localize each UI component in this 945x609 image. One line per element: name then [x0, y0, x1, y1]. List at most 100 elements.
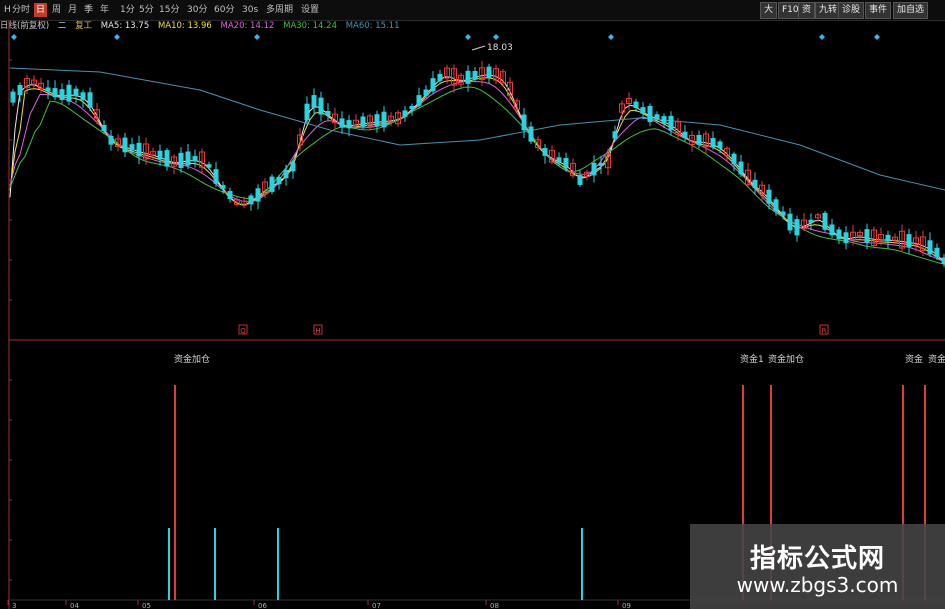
candle-body [710, 138, 716, 148]
candle-body [101, 124, 107, 131]
signal-label: 资金 [905, 353, 923, 365]
candle-body [129, 144, 135, 151]
candle-body [283, 169, 289, 179]
candle-body [360, 116, 366, 127]
candle-body [633, 101, 639, 108]
ma30-line [9, 86, 945, 265]
candle-body [108, 135, 114, 145]
candle-body [52, 88, 58, 98]
ma60-line [9, 67, 945, 191]
watermark: 指标公式网 www.zbgs3.com [690, 524, 945, 609]
candle-body [766, 189, 772, 204]
candle-body [164, 150, 170, 167]
x-tick-label: 09 [622, 602, 631, 609]
event-marker-label: H [315, 327, 320, 335]
event-marker-label: R [822, 327, 827, 335]
candle-body [521, 114, 527, 131]
candle-body [269, 176, 275, 192]
candle-body [304, 103, 310, 121]
candle-body [598, 163, 604, 166]
candle-body [339, 118, 345, 128]
candle-body [255, 188, 261, 202]
signal-label: 资金1 [740, 353, 764, 365]
x-tick-label: 08 [490, 602, 499, 609]
x-tick-label: 05 [142, 602, 151, 609]
event-diamond-icon [608, 34, 614, 40]
candle-body [346, 120, 352, 129]
candle-body [10, 91, 16, 103]
event-diamond-icon [254, 34, 260, 40]
candle-body [80, 92, 86, 101]
candle-body [213, 169, 219, 184]
signal-label: 资金 [928, 353, 945, 365]
candle-body [563, 158, 569, 169]
candle-body [843, 232, 849, 244]
candle-body [864, 229, 870, 243]
candle-body [885, 234, 891, 242]
watermark-url: www.zbgs3.com [736, 573, 899, 597]
candle-body [465, 70, 471, 84]
event-diamond-icon [874, 34, 880, 40]
ma20-line [9, 80, 945, 263]
candle-body [906, 234, 912, 247]
ma5-line [9, 74, 945, 263]
candle-body [640, 107, 646, 114]
watermark-title: 指标公式网 [749, 544, 885, 574]
candle-body [122, 137, 128, 153]
event-diamond-icon [493, 34, 499, 40]
high-price-label: 18.03 [487, 43, 513, 53]
candle-body [717, 141, 723, 149]
candle-body [227, 191, 233, 199]
candle-body [556, 157, 562, 163]
x-tick-label: 04 [70, 602, 79, 609]
high-price-pointer [471, 45, 486, 51]
candle-body [206, 164, 212, 168]
candle-body [311, 95, 317, 108]
signal-bar-cyan [277, 528, 279, 600]
candle-body [738, 161, 744, 175]
candle-body [290, 162, 296, 172]
candle-body [87, 92, 93, 108]
candle-body [822, 212, 828, 230]
candle-body [409, 105, 415, 110]
event-diamond-icon [819, 34, 825, 40]
candle-body [66, 84, 72, 102]
candle-body [248, 195, 254, 205]
kline-chart[interactable]: 18.03Q H R资金加仓 资金1 资金加仓 资金 资金3 04 05 06 07 08 09 [0, 0, 945, 609]
candle-body [178, 152, 184, 168]
candle-body [402, 110, 408, 117]
candle-body [731, 153, 737, 165]
candle-body [794, 219, 800, 236]
candle-body [45, 87, 51, 92]
ma10-line [9, 77, 945, 263]
candle-body [17, 85, 23, 96]
candle-body [836, 229, 842, 240]
candle-body [661, 116, 667, 124]
candle-body [808, 219, 814, 223]
candle-body [696, 135, 702, 145]
event-marker-label: Q [240, 327, 246, 335]
candle-body [381, 111, 387, 128]
candle-body [612, 131, 618, 139]
candle-body [220, 185, 226, 189]
candle-body [654, 114, 660, 120]
candle-body [192, 156, 198, 162]
candle-body [437, 73, 443, 81]
candle-body [318, 97, 324, 115]
candle-body [374, 114, 380, 127]
candle-body [927, 240, 933, 255]
x-tick-label: 06 [258, 602, 267, 609]
signal-bar-red [174, 385, 176, 600]
candle-body [591, 163, 597, 176]
candle-body [325, 111, 331, 116]
candle-body [472, 71, 478, 79]
candle-body [941, 257, 945, 264]
signal-label: 资金加仓 [768, 353, 804, 365]
candle-body [780, 211, 786, 216]
candle-body [430, 78, 436, 92]
candle-body [542, 148, 548, 156]
candle-body [528, 126, 534, 142]
candle-body [682, 131, 688, 139]
candle-body [276, 176, 282, 185]
candle-body [829, 224, 835, 236]
